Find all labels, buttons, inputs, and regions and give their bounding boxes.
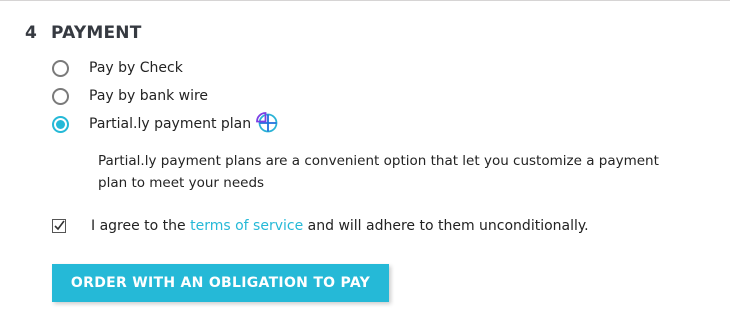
payment-option-label[interactable]: Partial.ly payment plan [89,116,251,132]
step-number: 4 [25,23,38,43]
order-button[interactable]: ORDER WITH AN OBLIGATION TO PAY [52,264,389,302]
payment-option-label[interactable]: Pay by Check [89,60,183,76]
checkmark-icon [54,220,65,231]
radio-pay-by-check[interactable] [52,59,69,77]
payment-option-label[interactable]: Pay by bank wire [89,88,208,104]
step-label: PAYMENT [51,23,142,43]
terms-checkbox[interactable] [52,219,66,233]
partially-description: Partial.ly payment plans are a convenien… [98,153,659,191]
payment-option-bank-wire[interactable]: Pay by bank wire [52,82,278,110]
terms-prefix: I agree to the [91,218,191,234]
partially-logo-icon [256,111,278,137]
payment-options: Pay by Check Pay by bank wire Partial.ly… [52,54,278,138]
terms-agreement: I agree to the terms of service and will… [52,218,589,234]
terms-text: I agree to the terms of service and will… [91,218,589,234]
terms-suffix: and will adhere to them unconditionally. [303,218,589,234]
payment-option-partially[interactable]: Partial.ly payment plan [52,110,278,138]
terms-of-service-link[interactable]: terms of service [190,218,303,234]
step-title: 4 PAYMENT [25,23,142,43]
top-divider [0,0,730,1]
payment-option-check[interactable]: Pay by Check [52,54,278,82]
radio-pay-by-bank-wire[interactable] [52,87,69,105]
radio-partially-payment-plan[interactable] [52,115,69,133]
